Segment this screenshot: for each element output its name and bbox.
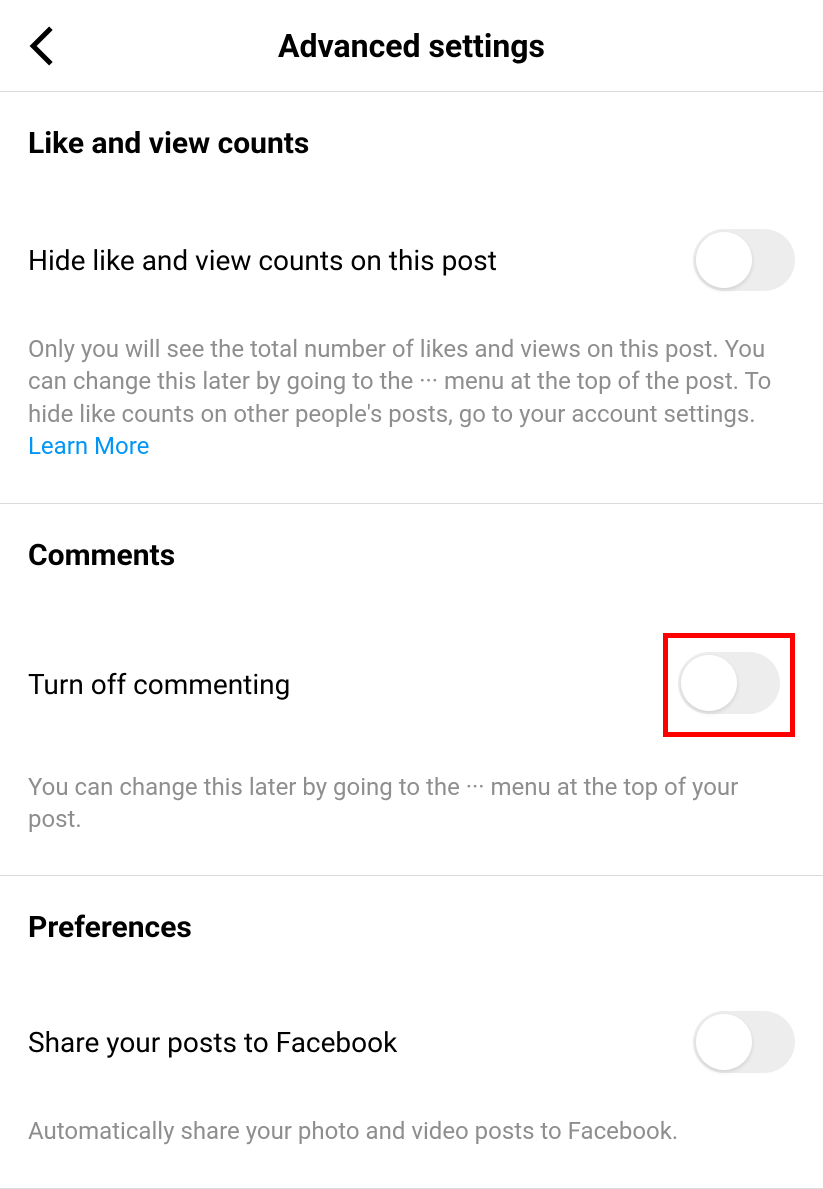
section-likes: Like and view counts Hide like and view … (0, 92, 823, 504)
toggle-turn-off-commenting[interactable] (678, 652, 780, 714)
description-hide-likes: Only you will see the total number of li… (28, 319, 795, 503)
section-title-preferences: Preferences (28, 876, 795, 955)
learn-more-link[interactable]: Learn More (28, 432, 149, 460)
setting-label-hide-likes: Hide like and view counts on this post (28, 244, 497, 277)
page-title: Advanced settings (278, 27, 545, 65)
section-title-likes: Like and view counts (28, 92, 795, 171)
description-text-likes: Only you will see the total number of li… (28, 335, 771, 428)
setting-row-turn-off-commenting: Turn off commenting (28, 583, 795, 757)
section-comments: Comments Turn off commenting You can cha… (0, 504, 823, 877)
chevron-left-icon (28, 26, 56, 66)
toggle-share-facebook[interactable] (693, 1011, 795, 1073)
setting-row-hide-likes: Hide like and view counts on this post (28, 171, 795, 319)
section-title-comments: Comments (28, 504, 795, 583)
header: Advanced settings (0, 0, 823, 92)
setting-label-share-facebook: Share your posts to Facebook (28, 1026, 397, 1059)
setting-row-share-facebook: Share your posts to Facebook (28, 955, 795, 1101)
toggle-hide-likes[interactable] (693, 229, 795, 291)
back-button[interactable] (20, 18, 64, 74)
description-comments: You can change this later by going to th… (28, 757, 795, 876)
description-preferences: Automatically share your photo and video… (28, 1101, 795, 1187)
highlight-annotation (663, 633, 795, 737)
setting-label-turn-off-commenting: Turn off commenting (28, 668, 290, 701)
section-preferences: Preferences Share your posts to Facebook… (0, 876, 823, 1188)
